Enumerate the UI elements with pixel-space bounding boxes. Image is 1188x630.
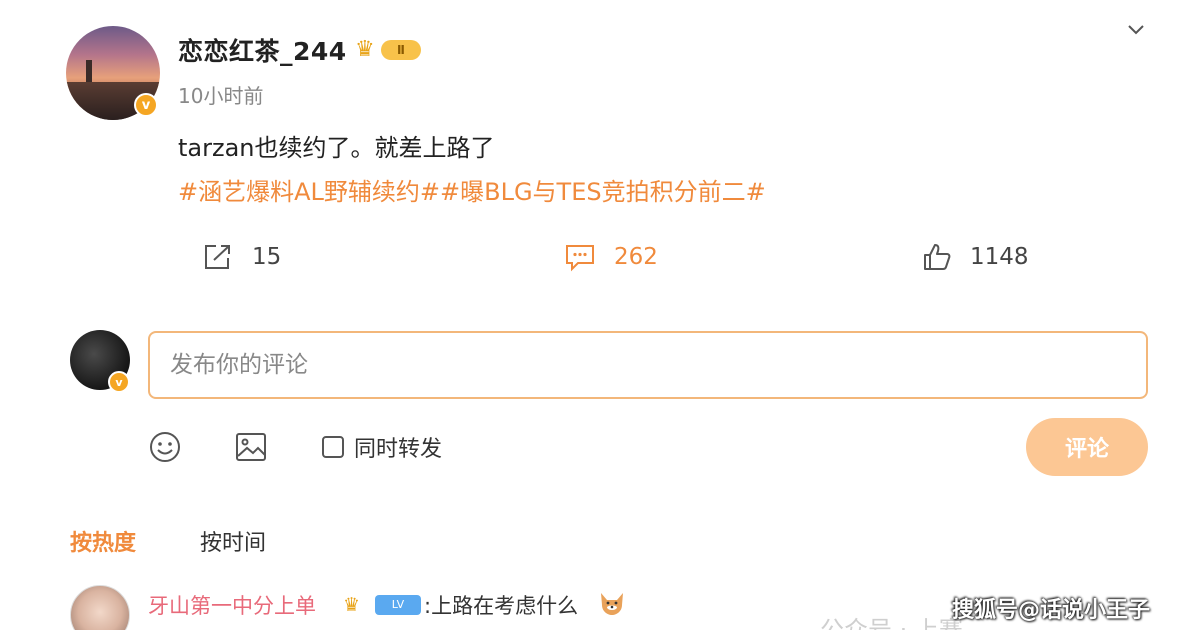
tab-sort-hot[interactable]: 按热度 bbox=[70, 525, 136, 557]
crown-icon: ♛ bbox=[355, 37, 375, 62]
post-username[interactable]: 恋恋红茶_244 bbox=[178, 32, 347, 68]
post-text: tarzan也续约了。就差上路了 bbox=[178, 134, 495, 162]
verified-badge-icon: v bbox=[108, 371, 130, 393]
emoji-icon[interactable] bbox=[148, 430, 182, 464]
share-button[interactable]: 15 bbox=[202, 240, 281, 274]
comment-text: :上路在考虑什么 bbox=[424, 594, 579, 618]
comment-input[interactable] bbox=[148, 331, 1148, 399]
comment-count: 262 bbox=[614, 244, 658, 270]
tab-sort-time[interactable]: 按时间 bbox=[200, 525, 266, 557]
image-icon[interactable] bbox=[234, 430, 268, 464]
watermark: 搜狐号@话说小王子 bbox=[952, 598, 1151, 623]
level-pill: Ⅱ bbox=[381, 40, 421, 60]
share-count: 15 bbox=[252, 244, 282, 270]
chevron-down-icon[interactable] bbox=[1124, 18, 1148, 42]
comment-button[interactable]: 262 bbox=[564, 240, 658, 274]
commenter-name[interactable]: 牙山第一中分上单 bbox=[148, 590, 316, 620]
post-hashtags[interactable]: #涵艺爆料AL野辅续约##曝BLG与TES竞拍积分前二# bbox=[178, 172, 766, 207]
user-level-badge[interactable]: ♛ Ⅱ bbox=[355, 37, 423, 63]
repost-label: 同时转发 bbox=[354, 437, 443, 462]
checkbox-icon[interactable] bbox=[322, 436, 344, 458]
commenter-level-badge: LV bbox=[375, 595, 421, 615]
fan-badge-icon: ♛ bbox=[343, 594, 361, 616]
share-icon bbox=[205, 245, 230, 269]
submit-comment-button[interactable]: 评论 bbox=[1026, 418, 1148, 476]
like-icon bbox=[924, 244, 951, 270]
like-count: 1148 bbox=[970, 244, 1029, 270]
like-button[interactable]: 1148 bbox=[922, 240, 1029, 274]
dog-emoji-icon bbox=[598, 589, 626, 617]
repost-checkbox[interactable]: 同时转发 bbox=[322, 431, 442, 463]
faded-overlay-text: 公众号 · 上赛 bbox=[820, 616, 963, 630]
verified-badge-icon: v bbox=[134, 93, 158, 117]
comment-icon bbox=[566, 245, 594, 272]
commenter-avatar[interactable] bbox=[70, 585, 130, 630]
post-timestamp[interactable]: 10小时前 bbox=[178, 80, 263, 109]
